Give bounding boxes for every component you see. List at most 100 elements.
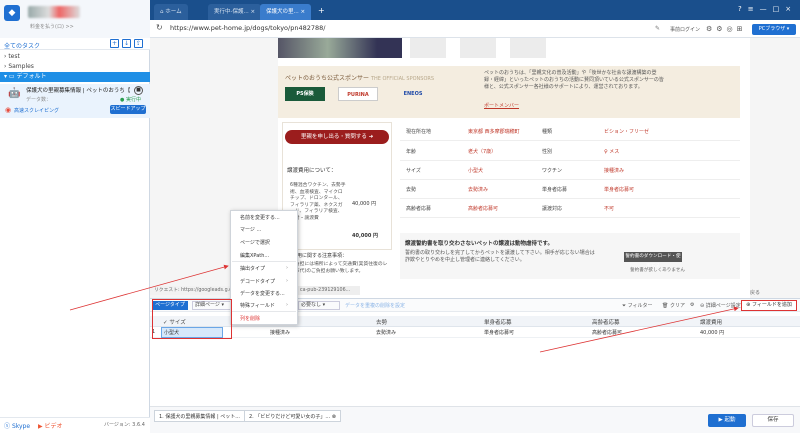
menu-merge[interactable]: マージ ... bbox=[240, 226, 261, 233]
task-status: ● 実行中 bbox=[120, 97, 141, 103]
info-label: 現在所在地 bbox=[406, 129, 432, 135]
bottom-tab-1[interactable]: 1. 保護犬の里親募集情報 | ペット... bbox=[154, 410, 245, 422]
save-button[interactable]: 保存 bbox=[752, 414, 794, 427]
speed-up-button[interactable]: スピードアップ bbox=[110, 105, 146, 114]
speed-icon: ◉ bbox=[5, 106, 12, 114]
thumbnail[interactable] bbox=[460, 38, 496, 58]
new-tab-icon[interactable]: + bbox=[318, 6, 325, 15]
add-field-button[interactable]: ⊕ フィールドを追加 bbox=[741, 300, 797, 311]
inquiry-button[interactable]: 里親を申し出る・質問する ➜ bbox=[285, 130, 389, 144]
settings-icon[interactable]: ⚙ bbox=[690, 302, 694, 308]
info-value: ♀ メス bbox=[604, 149, 620, 155]
fee-value: 40,000 円 bbox=[352, 201, 377, 207]
purina-logo[interactable]: PURINA bbox=[338, 87, 378, 101]
import-icon[interactable]: ↓ bbox=[122, 39, 131, 48]
column-header-fee[interactable]: 譲渡費用 bbox=[700, 318, 722, 326]
info-label: 高齢者応募 bbox=[406, 206, 432, 212]
clear-button[interactable]: 🗑 クリア bbox=[662, 302, 685, 309]
tab-webpage[interactable]: 保護犬の里... × bbox=[260, 4, 312, 20]
info-value: 不可 bbox=[604, 206, 615, 212]
caution-text: ・負担には場所によって交通費(実質往復のレンバ代)のご負担お願い致します。 bbox=[290, 262, 388, 274]
eneos-logo[interactable]: ENEOS bbox=[390, 87, 436, 101]
info-value: 小型犬 bbox=[468, 168, 484, 174]
menu-delete-column[interactable]: 列を削除 bbox=[240, 315, 260, 322]
tab-label: 実行中-保護... bbox=[214, 9, 249, 15]
trash-icon: 🗑 bbox=[662, 303, 669, 309]
dedup-link[interactable]: データを重複の削除を設定 bbox=[345, 302, 405, 309]
cell-vaccine[interactable]: 接種済み bbox=[270, 329, 290, 336]
filter-button[interactable]: ⏷ フィルター bbox=[622, 302, 653, 309]
stop-icon[interactable]: ■ bbox=[134, 86, 143, 95]
tab-running[interactable]: 実行中-保護... × bbox=[208, 4, 262, 20]
skype-link[interactable]: ⓢ Skype bbox=[4, 421, 30, 430]
refresh-icon[interactable]: ↻ bbox=[156, 23, 163, 32]
info-row bbox=[400, 142, 740, 161]
info-value: 去勢済み bbox=[468, 187, 489, 193]
pc-browser-button[interactable]: PCブラウザ ▾ bbox=[752, 24, 796, 35]
back-to-top[interactable]: 戻る bbox=[750, 289, 760, 296]
play-icon: ▶ bbox=[718, 417, 723, 423]
tree-item-default[interactable]: ▾ ▭ デフォルト bbox=[0, 72, 150, 82]
info-value: 高齢者応募可 bbox=[468, 206, 499, 212]
skype-icon: ⓢ bbox=[4, 423, 11, 430]
menu-divider bbox=[232, 311, 296, 312]
sponsor-title: ペットのおうち公式スポンサー THE OFFICIAL SPONSORS bbox=[285, 73, 434, 82]
column-header-single[interactable]: 単身者応募 bbox=[484, 318, 512, 326]
user-name-redacted bbox=[28, 6, 80, 18]
tree-item-samples[interactable]: › Samples bbox=[4, 63, 34, 70]
info-label: 年齢 bbox=[406, 149, 417, 155]
info-row bbox=[400, 199, 740, 218]
inquiry-label: 里親を申し出る・質問する bbox=[300, 134, 367, 140]
video-label: ビデオ bbox=[44, 423, 63, 430]
tree-item-label: test bbox=[8, 53, 20, 60]
fee-total: 40,000 円 bbox=[352, 233, 379, 239]
request-status-2: ca-pub-239129106... bbox=[300, 286, 360, 295]
menu-special-field[interactable]: 特殊フィールド bbox=[240, 302, 275, 309]
edit-icon[interactable]: ✎ bbox=[655, 25, 660, 32]
info-label: 譲渡対応 bbox=[542, 206, 563, 212]
toolbar-icons[interactable]: ⚙⚙◎⊞ bbox=[706, 25, 747, 33]
ps-hoken-logo[interactable]: PS保険 bbox=[285, 87, 325, 101]
tab-home[interactable]: ⌂ ホーム bbox=[154, 4, 188, 20]
info-row bbox=[400, 180, 740, 199]
export-icon[interactable]: ⇪ bbox=[134, 39, 143, 48]
cell-neuter[interactable]: 去勢済み bbox=[376, 329, 396, 336]
close-icon[interactable]: ⊗ bbox=[332, 414, 336, 420]
info-row bbox=[400, 122, 740, 141]
column-header-elderly[interactable]: 高齢者応募 bbox=[592, 318, 620, 326]
run-button[interactable]: ▶ 起動 bbox=[708, 414, 746, 427]
detail-settings-button[interactable]: ⊖ 詳細ページ設定 bbox=[700, 302, 741, 309]
menu-select-on-page[interactable]: ページで選択 bbox=[240, 239, 270, 246]
cell-elderly[interactable]: 高齢者応募可 bbox=[592, 329, 622, 336]
menu-modify-data[interactable]: データを変更する... bbox=[240, 290, 285, 297]
pre-login-button[interactable]: 事前ログイン bbox=[670, 26, 700, 33]
thumbnail[interactable] bbox=[510, 38, 546, 58]
menu-edit-xpath[interactable]: 編集XPath... bbox=[240, 252, 269, 259]
needed-select[interactable]: 必要なし ▾ bbox=[298, 301, 340, 310]
thumbnail[interactable] bbox=[410, 38, 446, 58]
fee-items: 6種混合ワクチン、去勢手術、血液検査、マイクロチップ、ドロンタール、フィラリア薬… bbox=[290, 183, 346, 221]
run-label: 起動 bbox=[724, 417, 736, 423]
info-value: 単身者応募可 bbox=[604, 187, 635, 193]
download-button[interactable]: 誓約書のダウンロード・使用方法 bbox=[624, 252, 682, 269]
window-controls[interactable]: ?≡—□× bbox=[738, 5, 798, 15]
chevron-right-icon: › bbox=[286, 265, 288, 271]
url-input[interactable]: https://www.pet-home.jp/dogs/tokyo/pn482… bbox=[170, 24, 325, 32]
menu-decode-type[interactable]: デコードタイプ bbox=[240, 278, 275, 285]
sponsor-subtitle: THE OFFICIAL SPONSORS bbox=[370, 76, 435, 82]
menu-rename[interactable]: 名前を変更する... bbox=[240, 214, 280, 221]
tree-item-test[interactable]: › test bbox=[4, 53, 20, 60]
cell-single[interactable]: 単身者応募可 bbox=[484, 329, 514, 336]
all-tasks-label[interactable]: 全てのタスク bbox=[4, 41, 40, 50]
sponsor-link[interactable]: ポートメンバー bbox=[484, 102, 519, 109]
no-download-link[interactable]: 誓約書が欲しくありません bbox=[630, 267, 685, 273]
bottom-tab-2[interactable]: 2. 「ビビりだけど可愛い女の子」... ⊗ bbox=[244, 410, 341, 422]
video-link[interactable]: ▶ ビデオ bbox=[38, 421, 63, 430]
balance-link[interactable]: 料金を払う(ロ) >> bbox=[30, 23, 74, 30]
new-folder-icon[interactable]: + bbox=[110, 39, 119, 48]
cell-fee[interactable]: 40,000 円 bbox=[700, 329, 724, 336]
info-row bbox=[400, 161, 740, 180]
menu-extract-type[interactable]: 抽出タイプ bbox=[240, 265, 265, 272]
column-header-neuter[interactable]: 去勢 bbox=[376, 318, 387, 326]
filter-label: フィルター bbox=[627, 303, 653, 309]
